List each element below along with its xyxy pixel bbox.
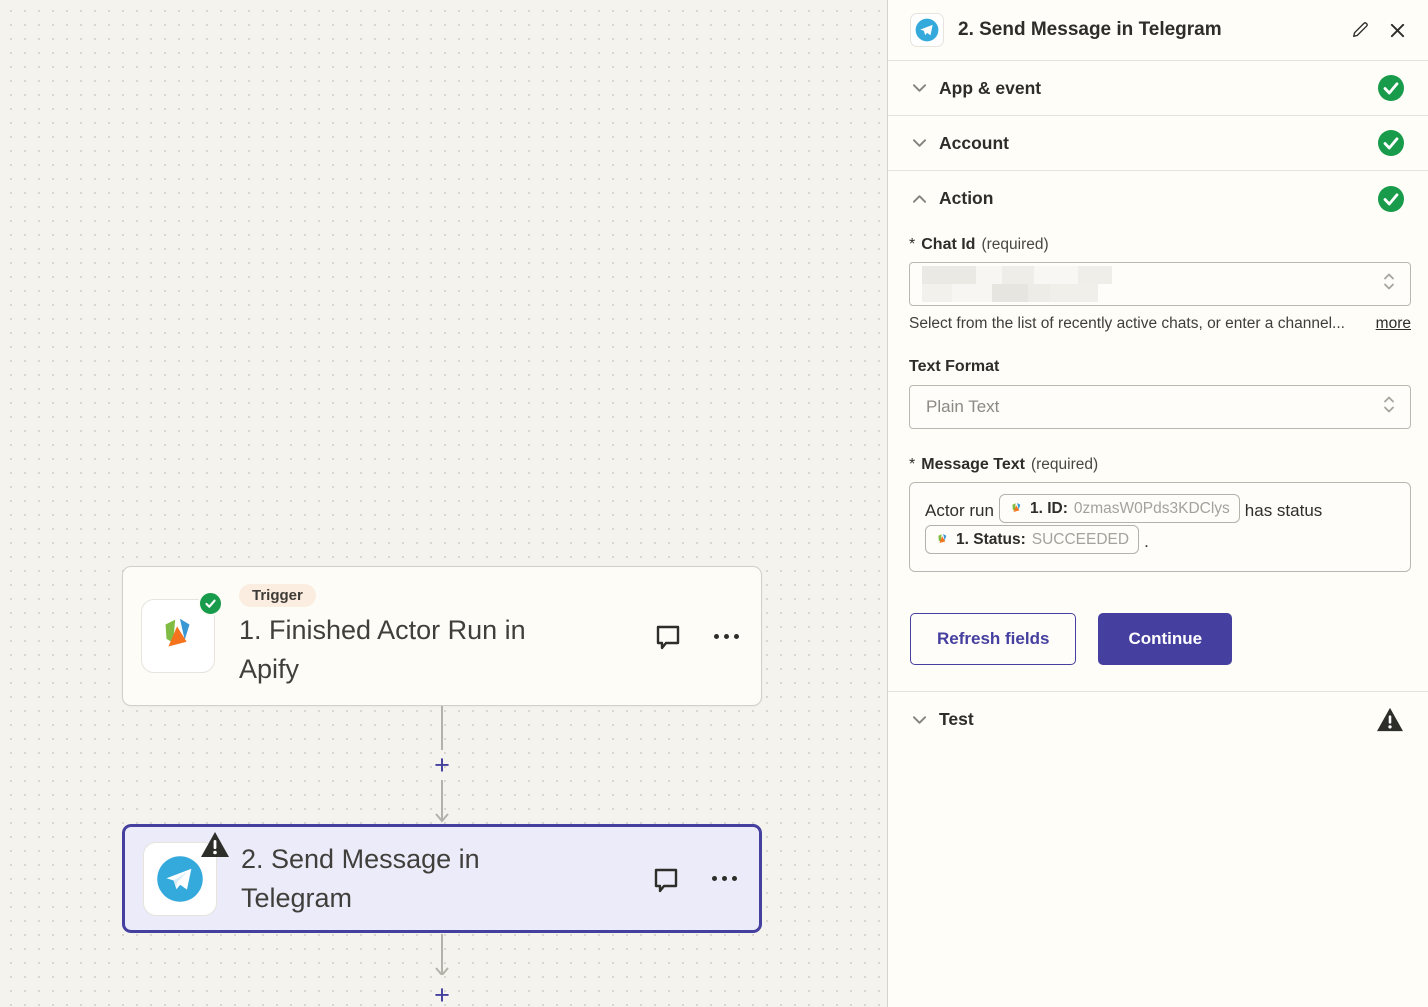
- required-asterisk: *: [909, 236, 915, 254]
- add-step-button[interactable]: +: [434, 753, 450, 777]
- text-format-value: Plain Text: [926, 397, 999, 417]
- trigger-step-card[interactable]: Trigger 1. Finished Actor Run in Apify: [122, 566, 762, 706]
- message-prefix: Actor run: [925, 501, 994, 520]
- required-asterisk: *: [909, 456, 915, 474]
- message-suffix: .: [1144, 532, 1149, 551]
- step-connector: +: [432, 706, 452, 824]
- rename-step-button[interactable]: [1351, 21, 1369, 39]
- trigger-pill: Trigger: [239, 584, 316, 607]
- section-account[interactable]: Account: [888, 116, 1428, 171]
- chevron-down-icon: [912, 715, 927, 725]
- step-options-button[interactable]: [714, 634, 739, 639]
- section-app-event[interactable]: App & event: [888, 61, 1428, 116]
- message-text-editor[interactable]: Actor run 1. ID:0zmasW0Pds3KDClys has stat…: [909, 482, 1411, 572]
- chat-id-select[interactable]: [909, 262, 1411, 306]
- apify-app-icon: [141, 599, 215, 673]
- panel-title: 2. Send Message in Telegram: [958, 19, 1337, 41]
- add-note-button[interactable]: [652, 620, 684, 652]
- section-label: Test: [939, 709, 1364, 730]
- zap-editor-canvas[interactable]: Trigger 1. Finished Actor Run in Apify +: [0, 0, 887, 1007]
- telegram-logo-icon: [154, 853, 206, 905]
- action-step-card[interactable]: 2. Send Message in Telegram: [122, 824, 762, 933]
- arrow-down-icon: [432, 780, 452, 824]
- more-options-icon: [714, 634, 739, 639]
- trigger-step-title: 1. Finished Actor Run in Apify: [239, 611, 591, 688]
- message-text-label: * Message Text (required): [909, 456, 1411, 474]
- field-token-id[interactable]: 1. ID:0zmasW0Pds3KDClys: [999, 494, 1240, 523]
- select-chevrons-icon: [1382, 272, 1396, 297]
- chevron-down-icon: [912, 138, 927, 148]
- action-step-title: 2. Send Message in Telegram: [241, 840, 593, 917]
- step-connector: +: [432, 934, 452, 1007]
- section-test[interactable]: Test: [888, 692, 1428, 747]
- apify-logo-icon: [1009, 501, 1024, 516]
- chat-id-label: * Chat Id (required): [909, 236, 1411, 254]
- refresh-fields-button[interactable]: Refresh fields: [910, 613, 1076, 665]
- comment-icon: [650, 863, 682, 895]
- status-warning-icon: [1376, 707, 1404, 732]
- section-label: Action: [939, 188, 1366, 209]
- message-middle-text: has status: [1245, 501, 1323, 520]
- section-label: App & event: [939, 78, 1366, 99]
- redacted-chat-value: [922, 266, 1122, 302]
- text-format-select[interactable]: Plain Text: [909, 385, 1411, 429]
- select-chevrons-icon: [1382, 395, 1396, 420]
- status-complete-icon: [1378, 130, 1404, 156]
- apify-logo-icon: [155, 613, 201, 659]
- telegram-app-icon: [910, 13, 944, 47]
- telegram-app-icon: [143, 842, 217, 916]
- chat-id-helper-text: Select from the list of recently active …: [909, 315, 1376, 333]
- text-format-label: Text Format: [909, 358, 1411, 376]
- add-note-button[interactable]: [650, 863, 682, 895]
- section-label: Account: [939, 133, 1366, 154]
- chevron-down-icon: [912, 83, 927, 93]
- telegram-logo-icon: [914, 17, 940, 43]
- step-success-badge: [198, 591, 223, 616]
- apify-logo-icon: [935, 532, 950, 547]
- chevron-up-icon: [912, 194, 927, 204]
- field-token-status[interactable]: 1. Status:SUCCEEDED: [925, 525, 1139, 554]
- close-icon: [1389, 22, 1406, 39]
- continue-button[interactable]: Continue: [1098, 613, 1232, 665]
- close-panel-button[interactable]: [1389, 22, 1406, 39]
- more-link[interactable]: more: [1376, 315, 1411, 333]
- pencil-icon: [1351, 21, 1369, 39]
- status-complete-icon: [1378, 186, 1404, 212]
- arrow-down-icon: [432, 934, 452, 975]
- step-settings-panel: 2. Send Message in Telegram App & event …: [887, 0, 1428, 1007]
- status-complete-icon: [1378, 75, 1404, 101]
- action-form: * Chat Id (required) Select from the lis…: [888, 226, 1428, 665]
- step-options-button[interactable]: [712, 876, 737, 881]
- connector-line: [441, 706, 443, 750]
- more-options-icon: [712, 876, 737, 881]
- add-step-button[interactable]: +: [434, 983, 450, 1007]
- section-action[interactable]: Action: [888, 171, 1428, 226]
- comment-icon: [652, 620, 684, 652]
- step-warning-badge: [200, 831, 230, 863]
